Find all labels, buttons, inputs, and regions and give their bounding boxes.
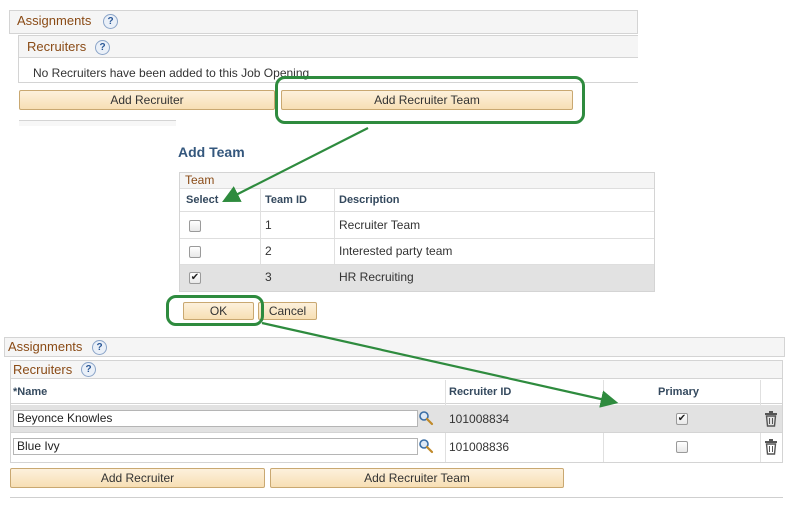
- arrow-to-primary-checkbox: [261, 321, 619, 408]
- arrow-to-select-column: [222, 127, 369, 202]
- annotation-arrows: [222, 127, 619, 408]
